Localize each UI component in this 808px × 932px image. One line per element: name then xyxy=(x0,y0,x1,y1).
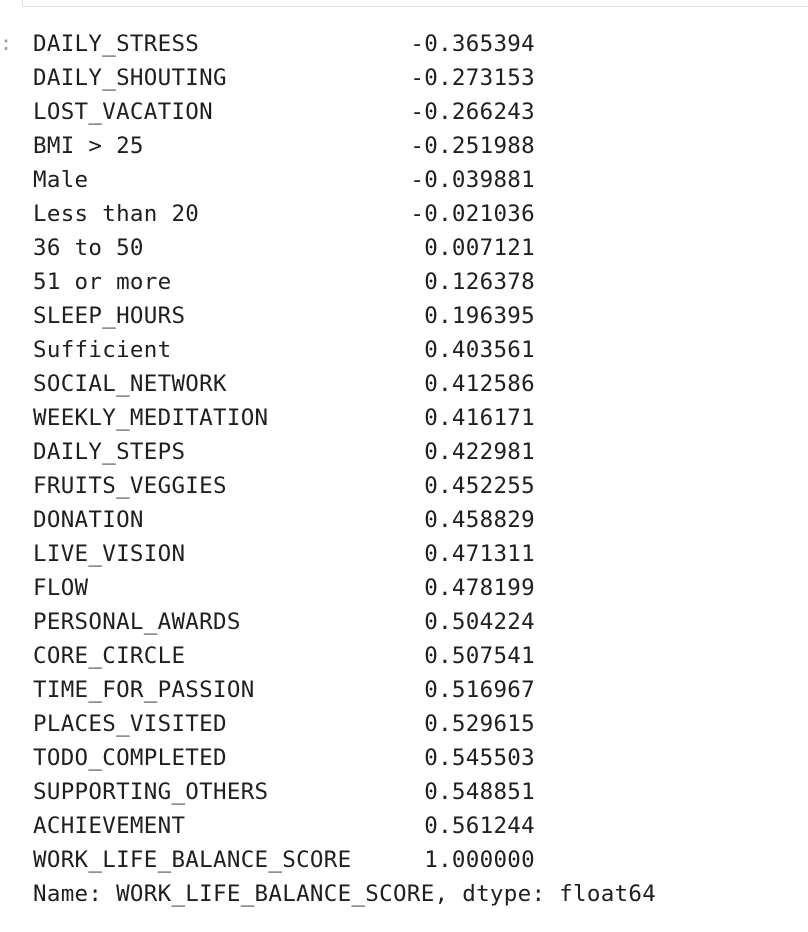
series-row-label: DAILY_STRESS xyxy=(33,31,200,57)
series-row-value: 0.471311 xyxy=(424,541,535,567)
series-row-value: 0.126378 xyxy=(424,269,535,295)
series-row-value: -0.251988 xyxy=(410,133,535,159)
series-row-label: SOCIAL_NETWORK xyxy=(33,371,227,397)
series-row-value: 0.196395 xyxy=(424,303,535,329)
series-output: DAILY_STRESS -0.365394 DAILY_SHOUTING -0.27… xyxy=(33,27,656,911)
series-row-value: -0.266243 xyxy=(410,99,535,125)
series-row-label: TIME_FOR_PASSION xyxy=(33,677,255,703)
series-row-label: SUPPORTING_OTHERS xyxy=(33,779,269,805)
series-row-label: DAILY_SHOUTING xyxy=(33,65,227,91)
series-row: Male -0.039881 xyxy=(33,163,656,197)
series-row-value: 0.403561 xyxy=(424,337,535,363)
series-row-label: Male xyxy=(33,167,89,193)
series-row-label: FLOW xyxy=(33,575,89,601)
series-row-value: 0.416171 xyxy=(424,405,535,431)
series-row-label: PERSONAL_AWARDS xyxy=(33,609,241,635)
series-row: 36 to 50 0.007121 xyxy=(33,231,656,265)
series-row: WORK_LIFE_BALANCE_SCORE 1.000000 xyxy=(33,843,656,877)
series-row-value: 0.548851 xyxy=(424,779,535,805)
series-row: TIME_FOR_PASSION 0.516967 xyxy=(33,673,656,707)
series-row-label: DONATION xyxy=(33,507,144,533)
series-row-value: 0.452255 xyxy=(424,473,535,499)
series-row-value: 0.507541 xyxy=(424,643,535,669)
series-row-label: LOST_VACATION xyxy=(33,99,213,125)
series-row: DAILY_SHOUTING -0.273153 xyxy=(33,61,656,95)
series-row: BMI > 25 -0.251988 xyxy=(33,129,656,163)
series-row: SLEEP_HOURS 0.196395 xyxy=(33,299,656,333)
series-row-value: 0.516967 xyxy=(424,677,535,703)
previous-cell-border xyxy=(22,0,808,7)
series-row-value: 0.545503 xyxy=(424,745,535,771)
series-row: WEEKLY_MEDITATION 0.416171 xyxy=(33,401,656,435)
series-row-value: 0.007121 xyxy=(424,235,535,261)
series-row: LIVE_VISION 0.471311 xyxy=(33,537,656,571)
series-row-value: 0.422981 xyxy=(424,439,535,465)
series-row: PERSONAL_AWARDS 0.504224 xyxy=(33,605,656,639)
series-row-label: WORK_LIFE_BALANCE_SCORE xyxy=(33,847,352,873)
series-row: FLOW 0.478199 xyxy=(33,571,656,605)
series-row: DONATION 0.458829 xyxy=(33,503,656,537)
series-row-label: Sufficient xyxy=(33,337,172,363)
series-footer: Name: WORK_LIFE_BALANCE_SCORE, dtype: fl… xyxy=(33,881,657,907)
series-row: DAILY_STEPS 0.422981 xyxy=(33,435,656,469)
series-row: SOCIAL_NETWORK 0.412586 xyxy=(33,367,656,401)
series-row-value: 0.458829 xyxy=(424,507,535,533)
series-row-value: -0.365394 xyxy=(410,31,535,57)
series-row-label: ACHIEVEMENT xyxy=(33,813,186,839)
series-row: FRUITS_VEGGIES 0.452255 xyxy=(33,469,656,503)
series-row-label: FRUITS_VEGGIES xyxy=(33,473,227,499)
series-row-value: -0.273153 xyxy=(410,65,535,91)
series-row-label: TODO_COMPLETED xyxy=(33,745,227,771)
series-row: Less than 20 -0.021036 xyxy=(33,197,656,231)
series-row-label: LIVE_VISION xyxy=(33,541,186,567)
series-row-value: 1.000000 xyxy=(424,847,535,873)
series-row-label: DAILY_STEPS xyxy=(33,439,186,465)
series-row-label: 51 or more xyxy=(33,269,172,295)
series-row-value: 0.561244 xyxy=(424,813,535,839)
series-row: DAILY_STRESS -0.365394 xyxy=(33,27,656,61)
series-row-label: 36 to 50 xyxy=(33,235,144,261)
series-row: ACHIEVEMENT 0.561244 xyxy=(33,809,656,843)
series-row: TODO_COMPLETED 0.545503 xyxy=(33,741,656,775)
series-row: LOST_VACATION -0.266243 xyxy=(33,95,656,129)
series-row-value: 0.529615 xyxy=(424,711,535,737)
series-row-value: -0.039881 xyxy=(410,167,535,193)
series-row-label: BMI > 25 xyxy=(33,133,144,159)
series-row-value: 0.504224 xyxy=(424,609,535,635)
output-prompt-marker: : xyxy=(0,31,13,55)
series-row-label: Less than 20 xyxy=(33,201,200,227)
series-row-value: 0.478199 xyxy=(424,575,535,601)
series-row-label: PLACES_VISITED xyxy=(33,711,227,737)
series-row: SUPPORTING_OTHERS 0.548851 xyxy=(33,775,656,809)
series-row: 51 or more 0.126378 xyxy=(33,265,656,299)
series-row-label: WEEKLY_MEDITATION xyxy=(33,405,269,431)
series-rows: DAILY_STRESS -0.365394 DAILY_SHOUTING -0.27… xyxy=(33,27,656,877)
series-row-value: 0.412586 xyxy=(424,371,535,397)
series-row: Sufficient 0.403561 xyxy=(33,333,656,367)
series-row-label: CORE_CIRCLE xyxy=(33,643,186,669)
series-row: CORE_CIRCLE 0.507541 xyxy=(33,639,656,673)
series-row: PLACES_VISITED 0.529615 xyxy=(33,707,656,741)
series-row-value: -0.021036 xyxy=(410,201,535,227)
series-row-label: SLEEP_HOURS xyxy=(33,303,186,329)
